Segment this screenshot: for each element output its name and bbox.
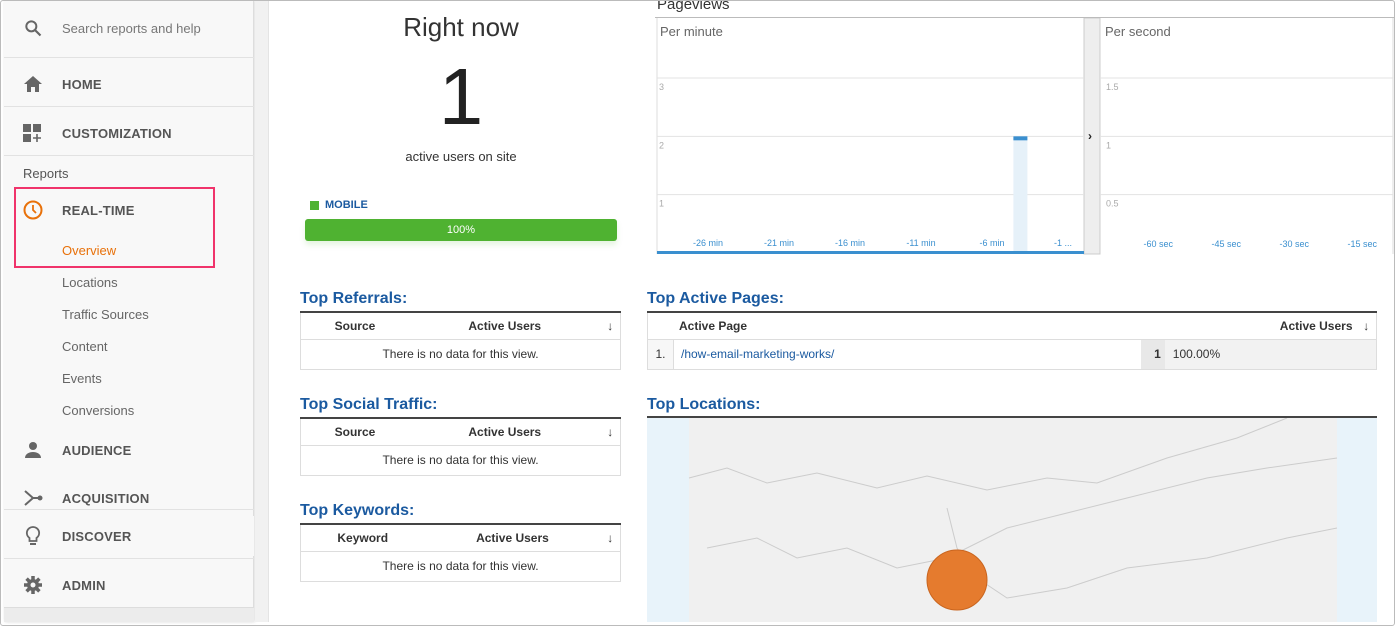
search-input[interactable]: Search reports and help bbox=[62, 21, 201, 36]
nav-audience-label: AUDIENCE bbox=[62, 442, 132, 458]
location-marker[interactable] bbox=[926, 549, 988, 611]
y-tick-label: 2 bbox=[659, 140, 664, 150]
nav-acquisition-label: ACQUISITION bbox=[62, 490, 150, 506]
top-locations-title: Top Locations: bbox=[647, 396, 761, 413]
bar-hover-bg bbox=[1013, 136, 1028, 253]
nav-locations[interactable]: Locations bbox=[62, 275, 118, 290]
sort-arrow-icon[interactable]: ↓ bbox=[600, 525, 621, 552]
segment-label: MOBILE bbox=[325, 199, 368, 211]
col-keyword[interactable]: Keyword bbox=[300, 525, 425, 552]
x-tick-label: -21 min bbox=[764, 238, 794, 248]
col-active-users[interactable]: Active Users bbox=[1140, 313, 1357, 340]
segment-bar: 100% bbox=[305, 219, 617, 241]
highlight-box bbox=[14, 187, 215, 268]
chart-title: Pageviews bbox=[657, 0, 730, 13]
x-tick-label: -1 ... bbox=[1054, 238, 1072, 248]
nav-conversions[interactable]: Conversions bbox=[62, 403, 134, 418]
segment-legend: MOBILE bbox=[310, 199, 368, 211]
col-active-users[interactable]: Active Users bbox=[424, 525, 601, 552]
person-icon bbox=[4, 441, 62, 459]
pageviews-chart: › 1 2 3 0.5 1 1.5 -26 min -21 min -16 min -11 min -… bbox=[655, 18, 1395, 258]
x-tick-label: -16 min bbox=[835, 238, 865, 248]
col-source[interactable]: Source bbox=[300, 313, 409, 340]
empty-message: There is no data for this view. bbox=[300, 339, 621, 370]
sidebar: Search reports and help HOME CUSTOMIZATI… bbox=[4, 0, 254, 622]
bar bbox=[1013, 136, 1028, 141]
active-users-label: active users on site bbox=[405, 149, 517, 164]
top-referrals-title: Top Referrals: bbox=[300, 290, 408, 307]
nav-events[interactable]: Events bbox=[62, 371, 102, 386]
chart-divider bbox=[1083, 18, 1101, 255]
reports-heading: Reports bbox=[23, 166, 69, 181]
nav-customization[interactable]: CUSTOMIZATION bbox=[4, 113, 254, 153]
x-tick-label: -11 min bbox=[906, 238, 935, 248]
acquisition-icon bbox=[4, 489, 62, 507]
right-now-title: Right now bbox=[403, 12, 519, 42]
home-icon bbox=[4, 75, 62, 93]
segment-bar-fill: 100% bbox=[305, 219, 617, 241]
nav-content[interactable]: Content bbox=[62, 339, 108, 354]
x-tick-label: -30 sec bbox=[1279, 239, 1309, 249]
col-active-users[interactable]: Active Users bbox=[408, 419, 601, 446]
col-active-users[interactable]: Active Users bbox=[408, 313, 601, 340]
y-tick-label: 1 bbox=[659, 199, 664, 209]
search-icon bbox=[4, 18, 62, 38]
empty-message: There is no data for this view. bbox=[300, 445, 621, 476]
top-pages-title: Top Active Pages: bbox=[647, 290, 784, 307]
empty-message: There is no data for this view. bbox=[300, 551, 621, 582]
dashboard-add-icon bbox=[4, 124, 62, 142]
top-pages-table: Active Page Active Users ↓ 1. /how-email-m… bbox=[647, 311, 1377, 370]
search-bar[interactable]: Search reports and help bbox=[4, 8, 254, 48]
nav-home-label: HOME bbox=[62, 76, 102, 92]
per-minute-label: Per minute bbox=[660, 24, 723, 39]
per-second-label: Per second bbox=[1105, 24, 1171, 39]
lightbulb-icon bbox=[4, 526, 62, 546]
row-percent: 100.00% bbox=[1164, 339, 1377, 370]
sort-arrow-icon[interactable]: ↓ bbox=[600, 419, 621, 446]
nav-home[interactable]: HOME bbox=[4, 64, 254, 104]
x-tick-label: -26 min bbox=[693, 238, 723, 248]
x-tick-label: -15 sec bbox=[1347, 239, 1377, 249]
top-social-title: Top Social Traffic: bbox=[300, 396, 438, 413]
sort-arrow-icon[interactable]: ↓ bbox=[1356, 313, 1377, 340]
row-rank: 1. bbox=[647, 339, 674, 370]
x-tick-label: -45 sec bbox=[1211, 239, 1241, 249]
top-social-table: Source Active Users ↓ There is no data for… bbox=[300, 417, 621, 476]
top-referrals-table: Source Active Users ↓ There is no data for… bbox=[300, 311, 621, 370]
locations-map[interactable] bbox=[647, 416, 1377, 622]
x-tick-label: -6 min bbox=[979, 238, 1004, 248]
x-tick-label: -60 sec bbox=[1143, 239, 1173, 249]
row-users: 1 bbox=[1140, 339, 1165, 370]
segment-percent: 100% bbox=[446, 224, 476, 236]
y-tick-label: 0.5 bbox=[1106, 199, 1119, 209]
expand-chevron-icon: › bbox=[1088, 129, 1092, 143]
nav-discover-label: DISCOVER bbox=[62, 528, 132, 544]
top-keywords-table: Keyword Active Users ↓ There is no data fo… bbox=[300, 523, 621, 582]
y-tick-label: 1.5 bbox=[1106, 82, 1119, 92]
nav-discover[interactable]: DISCOVER bbox=[4, 516, 254, 556]
page-link[interactable]: /how-email-marketing-works/ bbox=[673, 339, 1141, 370]
nav-admin-label: ADMIN bbox=[62, 577, 106, 593]
active-users-count: 1 bbox=[438, 52, 484, 141]
mobile-swatch-icon bbox=[310, 200, 319, 210]
nav-acquisition[interactable]: ACQUISITION bbox=[4, 478, 254, 518]
sort-arrow-icon[interactable]: ↓ bbox=[600, 313, 621, 340]
gear-icon bbox=[4, 575, 62, 595]
baseline-bar bbox=[657, 251, 1084, 254]
nav-customization-label: CUSTOMIZATION bbox=[62, 125, 172, 141]
col-source[interactable]: Source bbox=[300, 419, 409, 446]
y-tick-label: 3 bbox=[659, 82, 664, 92]
col-active-page[interactable]: Active Page bbox=[647, 313, 1141, 340]
table-row: 1. /how-email-marketing-works/ 1 100.00% bbox=[647, 339, 1377, 370]
nav-audience[interactable]: AUDIENCE bbox=[4, 430, 254, 470]
nav-traffic-sources[interactable]: Traffic Sources bbox=[62, 307, 149, 322]
nav-admin[interactable]: ADMIN bbox=[4, 565, 254, 605]
y-tick-label: 1 bbox=[1106, 140, 1111, 150]
top-keywords-title: Top Keywords: bbox=[300, 502, 415, 519]
